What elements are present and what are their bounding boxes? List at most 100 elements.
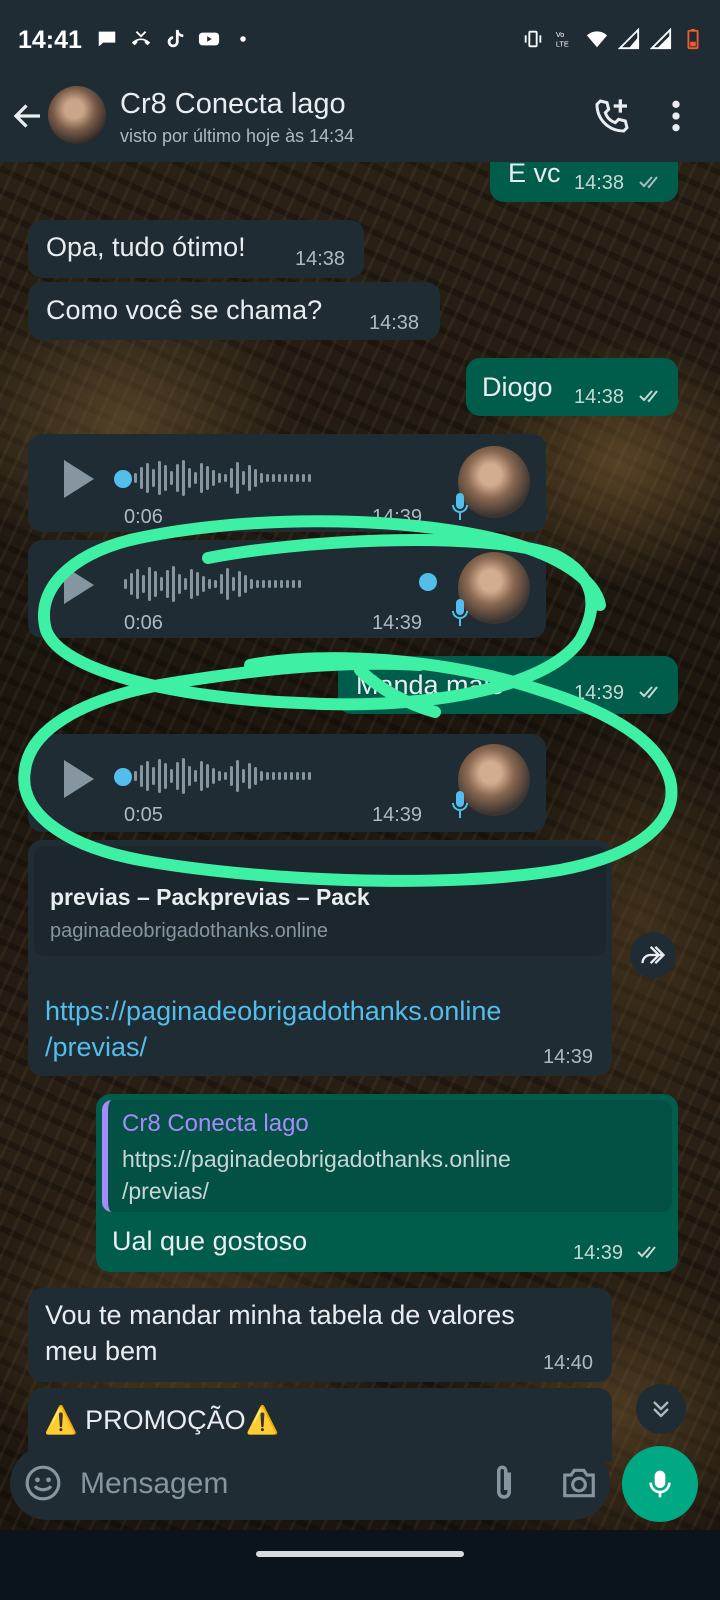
waveform-bar	[302, 474, 305, 482]
waveform-bar	[218, 771, 221, 781]
playback-position-dot[interactable]	[419, 573, 437, 591]
system-icons: Vo LTE	[522, 28, 704, 50]
waveform-bar	[134, 473, 137, 483]
link-url[interactable]: https://paginadeobrigadothanks.online	[45, 996, 501, 1027]
waveform-bar	[280, 580, 283, 588]
contact-avatar[interactable]	[48, 86, 106, 144]
playback-position-dot[interactable]	[114, 768, 132, 786]
playback-position-dot[interactable]	[114, 470, 132, 488]
waveform-bar	[308, 474, 311, 482]
waveform-bar	[152, 469, 155, 487]
voice-duration: 0:05	[124, 804, 163, 826]
waveform-bar	[206, 466, 209, 490]
waveform-bar	[188, 766, 191, 786]
message-text: Manda mais	[356, 670, 504, 700]
waveform-bar	[236, 462, 239, 494]
waveform-bar	[158, 461, 161, 495]
voice-message[interactable]: 0:05 14:39	[28, 734, 546, 832]
waveform-bar	[136, 569, 139, 599]
waveform-bar	[226, 568, 229, 600]
message-time: 14:39	[573, 1242, 624, 1264]
link-preview-domain: paginadeobrigadothanks.online	[50, 920, 329, 942]
more-vert-icon[interactable]	[664, 96, 688, 136]
message-list[interactable]: E vc 14:38 Opa, tudo ótimo! 14:38 Como v…	[0, 162, 720, 1462]
message-time: 14:39	[543, 1046, 594, 1068]
chat-notification-icon	[98, 31, 116, 47]
waveform-bar	[242, 471, 245, 485]
waveform-bar	[214, 580, 217, 588]
link-message[interactable]: previas – Packprevias – Pack paginadeobr…	[28, 840, 612, 1076]
quoted-text: https://paginadeobrigadothanks.online	[122, 1146, 511, 1172]
camera-icon[interactable]	[560, 1464, 598, 1502]
waveform-bar	[176, 762, 179, 790]
message-bubble-outgoing[interactable]: E vc 14:38	[490, 162, 678, 202]
contact-name[interactable]: Cr8 Conecta lago	[120, 88, 346, 121]
voice-waveform[interactable]	[124, 562, 301, 606]
vibrate-icon	[524, 30, 542, 48]
play-icon[interactable]	[64, 460, 94, 498]
waveform-bar	[298, 580, 301, 588]
waveform-bar	[134, 771, 137, 781]
link-preview-title: previas – Packprevias – Pack	[50, 884, 370, 910]
chevron-down-icon	[653, 1401, 669, 1418]
voice-waveform[interactable]	[134, 754, 311, 798]
message-time: 14:39	[372, 804, 423, 826]
link-url-continued[interactable]: /previas/	[45, 1032, 147, 1063]
voice-message[interactable]: 0:06 14:39	[28, 540, 546, 638]
forward-button[interactable]	[630, 932, 676, 978]
waveform-bar	[284, 772, 287, 780]
add-call-icon[interactable]	[592, 96, 632, 136]
waveform-bar	[220, 574, 223, 594]
message-text-continued: meu bem	[45, 1336, 158, 1366]
waveform-bar	[160, 577, 163, 591]
waveform-bar	[176, 464, 179, 492]
scroll-to-bottom-button[interactable]	[636, 1384, 686, 1434]
play-icon[interactable]	[64, 760, 94, 798]
message-text: Diogo	[482, 372, 553, 402]
waveform-bar	[182, 758, 185, 794]
voice-message[interactable]: 0:06 14:39	[28, 434, 546, 532]
waveform-bar	[200, 761, 203, 791]
waveform-bar	[236, 760, 239, 792]
message-time: 14:38	[295, 248, 346, 270]
waveform-bar	[164, 465, 167, 491]
emoji-icon[interactable]	[24, 1464, 62, 1502]
voice-record-button[interactable]	[622, 1446, 698, 1522]
waveform-bar	[140, 467, 143, 489]
waveform-bar	[256, 580, 259, 588]
message-input[interactable]	[80, 1464, 460, 1504]
waveform-bar	[164, 763, 167, 789]
back-arrow-icon[interactable]	[10, 98, 46, 134]
waveform-bar	[158, 759, 161, 793]
voice-waveform[interactable]	[134, 456, 311, 500]
waveform-bar	[308, 772, 311, 780]
waveform-bar	[212, 470, 215, 486]
more-notifications-dot-icon	[240, 36, 246, 42]
waveform-bar	[292, 580, 295, 588]
message-bubble-incoming[interactable]: Como você se chama? 14:38	[28, 282, 440, 340]
waveform-bar	[148, 567, 151, 601]
link-preview-card[interactable]: previas – Packprevias – Pack paginadeobr…	[34, 846, 606, 956]
waveform-bar	[142, 575, 145, 593]
waveform-bar	[130, 573, 133, 595]
quoted-message[interactable]: Cr8 Conecta lago https://paginadeobrigad…	[102, 1100, 672, 1212]
message-text: Vou te mandar minha tabela de valores	[45, 1300, 515, 1330]
home-gesture-handle[interactable]	[256, 1551, 464, 1557]
message-bubble-outgoing[interactable]: Manda mais 14:39	[338, 656, 678, 714]
message-bubble-outgoing[interactable]: Cr8 Conecta lago https://paginadeobrigad…	[96, 1094, 678, 1272]
waveform-bar	[268, 580, 271, 588]
message-bubble-incoming[interactable]: Opa, tudo ótimo! 14:38	[28, 220, 364, 278]
waveform-bar	[154, 571, 157, 597]
message-bubble-incoming[interactable]: Vou te mandar minha tabela de valores me…	[28, 1288, 612, 1382]
waveform-bar	[242, 769, 245, 783]
message-bubble-outgoing[interactable]: Diogo 14:38	[466, 358, 678, 416]
waveform-bar	[286, 580, 289, 588]
attach-icon[interactable]	[488, 1462, 520, 1504]
signal-2-icon	[650, 28, 672, 50]
waveform-bar	[272, 772, 275, 780]
message-time: 14:38	[574, 386, 625, 408]
message-text: ⚠️ PROMOÇÃO⚠️	[44, 1405, 280, 1435]
forward-icon	[641, 946, 666, 964]
play-icon[interactable]	[64, 566, 94, 604]
mic-icon	[649, 1470, 671, 1498]
